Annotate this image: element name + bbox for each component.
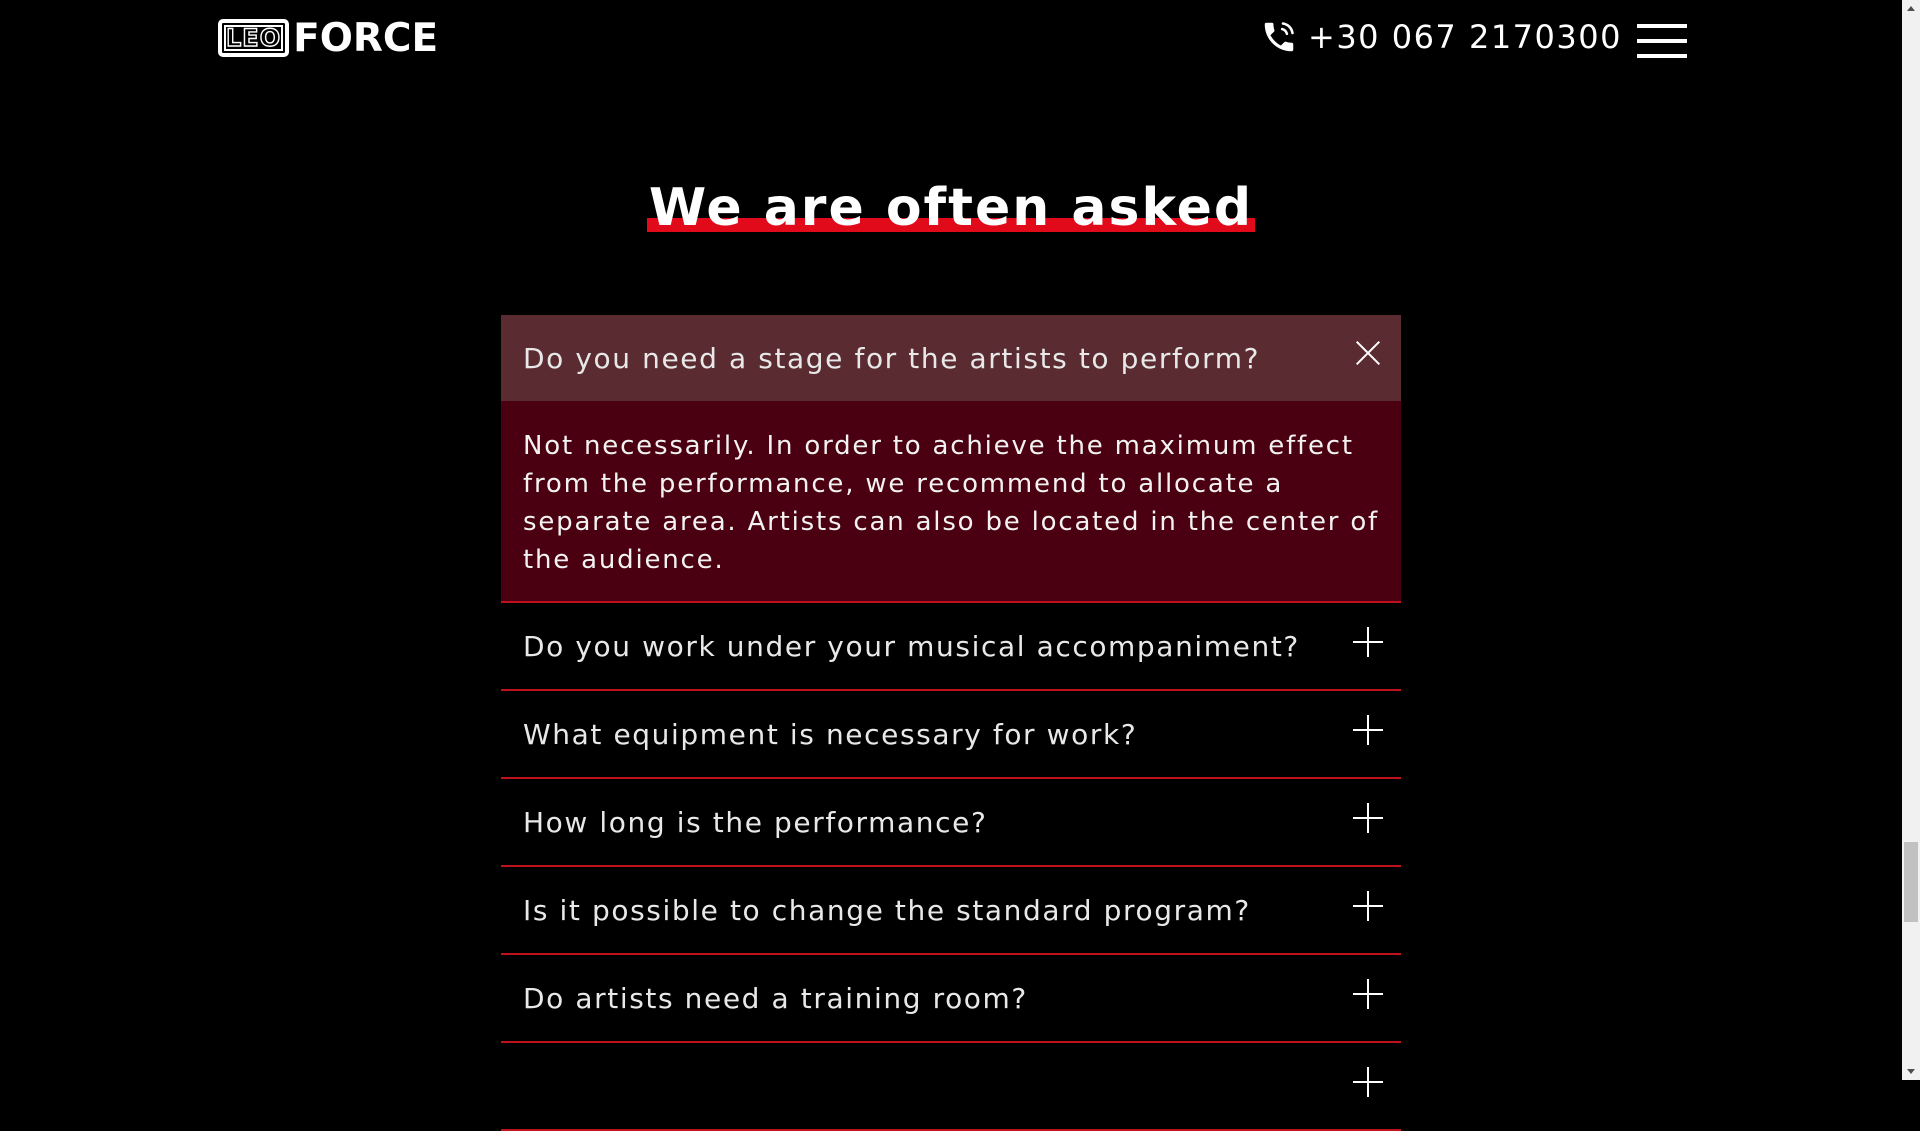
page-scrollbar[interactable] bbox=[1902, 0, 1920, 1080]
faq-question[interactable]: Do you need a stage for the artists to p… bbox=[501, 315, 1401, 401]
menu-hamburger-icon[interactable] bbox=[1637, 24, 1687, 58]
hamburger-line bbox=[1637, 54, 1687, 58]
faq-answer: Not necessarily. In order to achieve the… bbox=[501, 401, 1401, 601]
plus-icon[interactable] bbox=[1353, 979, 1383, 1009]
phone-icon bbox=[1264, 22, 1294, 52]
faq-question[interactable]: Is it possible to change the standard pr… bbox=[501, 867, 1401, 953]
section-title: We are often asked bbox=[646, 176, 1256, 240]
site-header: LEO FORCE +30 067 2170300 bbox=[0, 0, 1902, 80]
faq-item: Is it possible to change the standard pr… bbox=[501, 867, 1401, 955]
faq-item: What equipment is necessary for work? bbox=[501, 691, 1401, 779]
section-title-text: We are often asked bbox=[648, 178, 1254, 238]
site-logo[interactable]: LEO FORCE bbox=[218, 15, 439, 61]
faq-question-partial[interactable] bbox=[501, 1043, 1401, 1129]
logo-leo-box: LEO bbox=[218, 19, 290, 57]
logo-leo-text: LEO bbox=[225, 23, 282, 52]
faq-item: How long is the performance? bbox=[501, 779, 1401, 867]
scroll-down-arrow-icon[interactable] bbox=[1902, 1062, 1920, 1080]
close-icon[interactable] bbox=[1353, 339, 1383, 369]
faq-question[interactable]: Do artists need a training room? bbox=[501, 955, 1401, 1041]
logo-force-text: FORCE bbox=[293, 15, 439, 61]
scrollbar-thumb[interactable] bbox=[1904, 842, 1918, 922]
faq-question[interactable]: What equipment is necessary for work? bbox=[501, 691, 1401, 777]
plus-icon[interactable] bbox=[1353, 627, 1383, 657]
faq-question[interactable]: How long is the performance? bbox=[501, 779, 1401, 865]
hamburger-line bbox=[1637, 24, 1687, 28]
phone-link[interactable]: +30 067 2170300 bbox=[1260, 18, 1622, 56]
faq-item: Do you need a stage for the artists to p… bbox=[501, 315, 1401, 603]
plus-icon[interactable] bbox=[1353, 891, 1383, 921]
section-title-wrap: We are often asked bbox=[0, 176, 1902, 240]
phone-number[interactable]: +30 067 2170300 bbox=[1308, 18, 1622, 56]
scroll-up-arrow-icon[interactable] bbox=[1902, 0, 1920, 18]
plus-icon[interactable] bbox=[1353, 803, 1383, 833]
plus-icon[interactable] bbox=[1353, 1067, 1383, 1097]
faq-question[interactable]: Do you work under your musical accompani… bbox=[501, 603, 1401, 689]
hamburger-line bbox=[1637, 39, 1687, 43]
faq-accordion: Do you need a stage for the artists to p… bbox=[501, 315, 1401, 1131]
faq-item-partial bbox=[501, 1043, 1401, 1131]
plus-icon[interactable] bbox=[1353, 715, 1383, 745]
faq-item: Do you work under your musical accompani… bbox=[501, 603, 1401, 691]
faq-item: Do artists need a training room? bbox=[501, 955, 1401, 1043]
